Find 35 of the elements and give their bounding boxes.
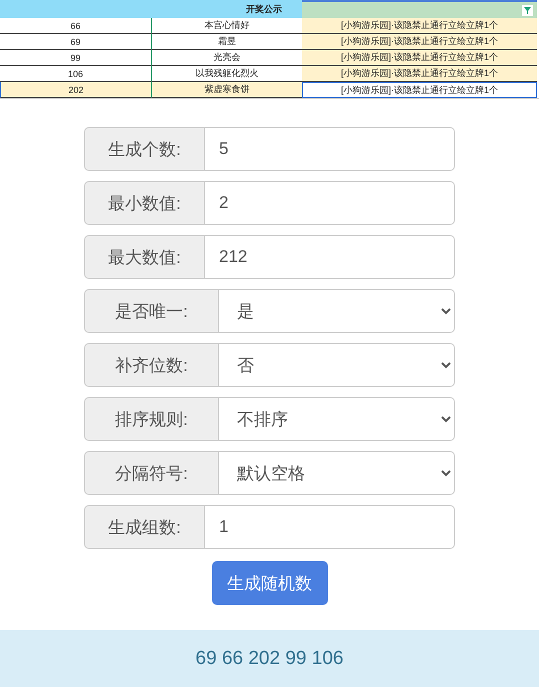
field-label: 是否唯一:	[84, 289, 219, 333]
table-cell: [小狗游乐园]·该隐禁止通行立绘立牌1个	[302, 50, 537, 66]
generate-button[interactable]: 生成随机数	[212, 561, 328, 605]
table-cell: [小狗游乐园]·该隐禁止通行立绘立牌1个	[302, 66, 537, 82]
result-text: 69 66 202 99 106	[0, 630, 539, 687]
filter-icon[interactable]	[522, 4, 533, 16]
table-header: 开奖公示	[0, 0, 302, 18]
field-label: 生成组数:	[84, 505, 205, 549]
table-cell: 106	[0, 66, 152, 82]
table-cell: 202	[0, 82, 152, 98]
field-label: 排序规则:	[84, 397, 219, 441]
table-cell: 本宫心情好	[152, 18, 302, 34]
table-cell: [小狗游乐园]·该隐禁止通行立绘立牌1个	[302, 18, 537, 34]
select-field[interactable]: 不排序	[219, 397, 455, 441]
field-label: 补齐位数:	[84, 343, 219, 387]
select-field[interactable]: 否	[219, 343, 455, 387]
select-field[interactable]: 默认空格	[219, 451, 455, 495]
field-label: 最小数值:	[84, 181, 205, 225]
input-field[interactable]: 1	[205, 505, 455, 549]
select-field[interactable]: 是	[219, 289, 455, 333]
table-cell: 66	[0, 18, 152, 34]
table-cell: 霜昱	[152, 34, 302, 50]
table-cell: 99	[0, 50, 152, 66]
table-cell: 紫虚寒食饼	[152, 82, 302, 98]
field-label: 分隔符号:	[84, 451, 219, 495]
table-cell: 光亮会	[152, 50, 302, 66]
table-cell: [小狗游乐园]·该隐禁止通行立绘立牌1个	[302, 34, 537, 50]
table-cell: 69	[0, 34, 152, 50]
table-cell: 以我残躯化烈火	[152, 66, 302, 82]
input-field[interactable]: 5	[205, 127, 455, 171]
field-label: 生成个数:	[84, 127, 205, 171]
table-cell: [小狗游乐园]·该隐禁止通行立绘立牌1个	[302, 82, 537, 98]
input-field[interactable]: 212	[205, 235, 455, 279]
field-label: 最大数值:	[84, 235, 205, 279]
input-field[interactable]: 2	[205, 181, 455, 225]
